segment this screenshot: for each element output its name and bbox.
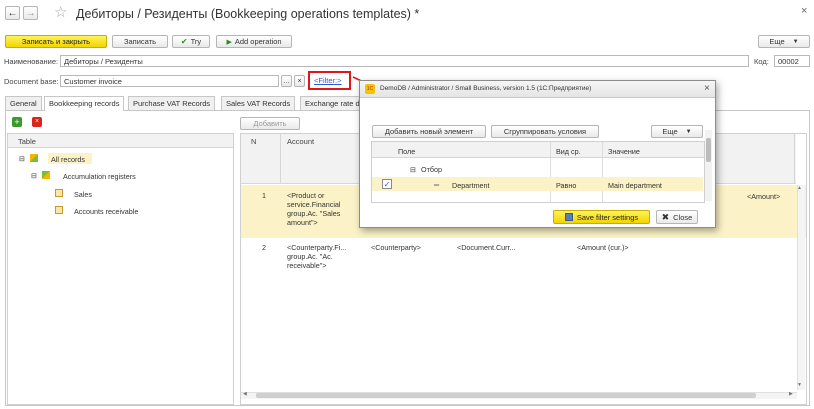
tab-sales-vat-records[interactable]: Sales VAT Records [221, 96, 296, 110]
add-new-element-button[interactable]: Добавить новый элемент [372, 125, 486, 138]
filter-link[interactable]: <Filter:> [314, 76, 342, 85]
code-label: Код: [754, 57, 769, 66]
row-account-line: <Counterparty.Fi... [287, 243, 347, 252]
tab-purchase-vat-records[interactable]: Purchase VAT Records [128, 96, 216, 110]
scroll-right-icon[interactable]: ▶ [789, 391, 793, 397]
save-and-close-button[interactable]: Записать и закрыть [5, 35, 107, 48]
docbase-label: Document base: [4, 77, 59, 86]
row-number: 2 [262, 243, 266, 252]
filter-group-label: Отбор [421, 165, 442, 174]
filter-dialog: 1С DemoDB / Administrator / Small Busine… [359, 80, 716, 228]
filter-grid-header [372, 142, 704, 158]
col-divider [794, 134, 795, 184]
more-label: Еще [769, 37, 785, 46]
col-account-header: Account [287, 137, 315, 146]
docbase-field[interactable]: Customer invoice [60, 75, 279, 87]
chevron-down-icon: ▼ [685, 128, 692, 135]
save-disk-icon [564, 213, 573, 221]
close-x-icon: ✖ [661, 211, 670, 222]
col-value-header: Значение [608, 147, 640, 156]
add-record-button[interactable]: Добавить [240, 117, 300, 130]
forward-button[interactable]: → [23, 6, 38, 20]
left-table-header: Table [18, 137, 36, 146]
name-field[interactable]: Дебиторы / Резиденты [60, 55, 749, 67]
tree-item-sales[interactable]: Sales [74, 190, 92, 199]
register-table-icon [55, 189, 63, 197]
docbase-choose-button[interactable]: … [281, 75, 292, 87]
try-icon: ✔ [180, 37, 188, 46]
name-label: Наименование: [4, 57, 59, 66]
add-operation-button[interactable]: ▶ Add operation [216, 35, 292, 48]
tab-bookkeeping-records[interactable]: Bookkeeping records [44, 96, 125, 111]
tab-exchange-rate[interactable]: Exchange rate di [300, 96, 367, 110]
try-button[interactable]: ✔ Try [172, 35, 210, 48]
app-logo-icon: 1С [365, 84, 375, 94]
col-divider [550, 142, 551, 202]
records-folder-icon [30, 154, 38, 162]
row-account-line: amount"> [287, 218, 318, 227]
row-account-line: receivable"> [287, 261, 327, 270]
row-document-currency: <Document.Curr... [457, 243, 516, 252]
col-field-header: Поле [398, 147, 416, 156]
tree-item-accounts-receivable[interactable]: Accounts receivable [74, 207, 138, 216]
col-divider [280, 134, 281, 184]
row-amount-cur: <Amount (cur.)> [577, 243, 629, 252]
try-label: Try [190, 37, 202, 46]
add-green-icon[interactable]: + [12, 117, 22, 127]
save-filter-settings-button[interactable]: Save filter settings [553, 210, 650, 224]
filter-field[interactable]: Department [452, 181, 490, 190]
dialog-title: DemoDB / Administrator / Small Business,… [380, 85, 592, 92]
docbase-clear-button[interactable]: × [294, 75, 305, 87]
code-field[interactable]: 00002 [774, 55, 810, 67]
scroll-left-icon[interactable]: ◀ [243, 391, 247, 397]
left-table-header-bg [8, 134, 233, 148]
favorite-star-icon[interactable]: ☆ [54, 3, 67, 21]
group-conditions-button[interactable]: Сгруппировать условия [491, 125, 599, 138]
tree-item-accumulation-registers[interactable]: Accumulation registers [63, 172, 136, 181]
more-button[interactable]: Еще ▼ [758, 35, 810, 48]
filter-field-icon: ═ [434, 180, 440, 189]
registers-icon [42, 171, 50, 179]
add-operation-label: Add operation [234, 37, 282, 46]
group-collapse-icon[interactable]: ⊟ [410, 165, 416, 174]
save-filter-label: Save filter settings [576, 212, 639, 222]
tree-collapse-icon[interactable]: ⊟ [31, 171, 37, 180]
scroll-down-icon[interactable]: ▼ [797, 382, 802, 388]
dialog-more-label: Еще [662, 127, 678, 136]
filter-comparison[interactable]: Равно [556, 181, 576, 190]
close-icon[interactable]: × [801, 5, 807, 17]
dialog-scroll-thumb[interactable] [706, 138, 711, 162]
tree-collapse-icon[interactable]: ⊟ [19, 154, 25, 163]
filter-row-checkbox[interactable]: ✓ [382, 179, 392, 189]
vertical-scrollbar[interactable] [797, 185, 805, 390]
dialog-close-button[interactable]: ✖ Close [656, 210, 698, 224]
row-account-line: group.Ac. "Sales [287, 209, 341, 218]
horizontal-scroll-thumb[interactable] [256, 393, 756, 398]
dialog-more-button[interactable]: Еще ▼ [651, 125, 703, 138]
chevron-down-icon: ▼ [792, 38, 799, 45]
row-amount: <Amount> [747, 192, 781, 201]
close-label: Close [673, 212, 693, 222]
tree-item-all-records[interactable]: All records [51, 155, 85, 164]
tab-general[interactable]: General [5, 96, 42, 110]
row-number: 1 [262, 191, 266, 200]
dialog-close-icon[interactable]: × [704, 83, 710, 94]
delete-red-icon[interactable]: × [32, 117, 42, 127]
col-divider [602, 142, 603, 202]
row-account-line: service.Financial [287, 200, 341, 209]
save-button[interactable]: Записать [112, 35, 168, 48]
back-button[interactable]: ← [5, 6, 20, 20]
scroll-up-icon[interactable]: ▲ [797, 185, 802, 191]
window-title: Дебиторы / Резиденты (Bookkeeping operat… [76, 7, 420, 21]
col-comparison-header: Вид ср. [556, 147, 581, 156]
register-table-icon [55, 206, 63, 214]
col-n-header: N [251, 137, 257, 146]
filter-value[interactable]: Main department [608, 181, 662, 190]
row-account-line: <Product or [287, 191, 325, 200]
play-icon: ▶ [226, 38, 232, 46]
row-account-line: group.Ac. "Ac. [287, 252, 333, 261]
row-counterparty: <Counterparty> [371, 243, 421, 252]
